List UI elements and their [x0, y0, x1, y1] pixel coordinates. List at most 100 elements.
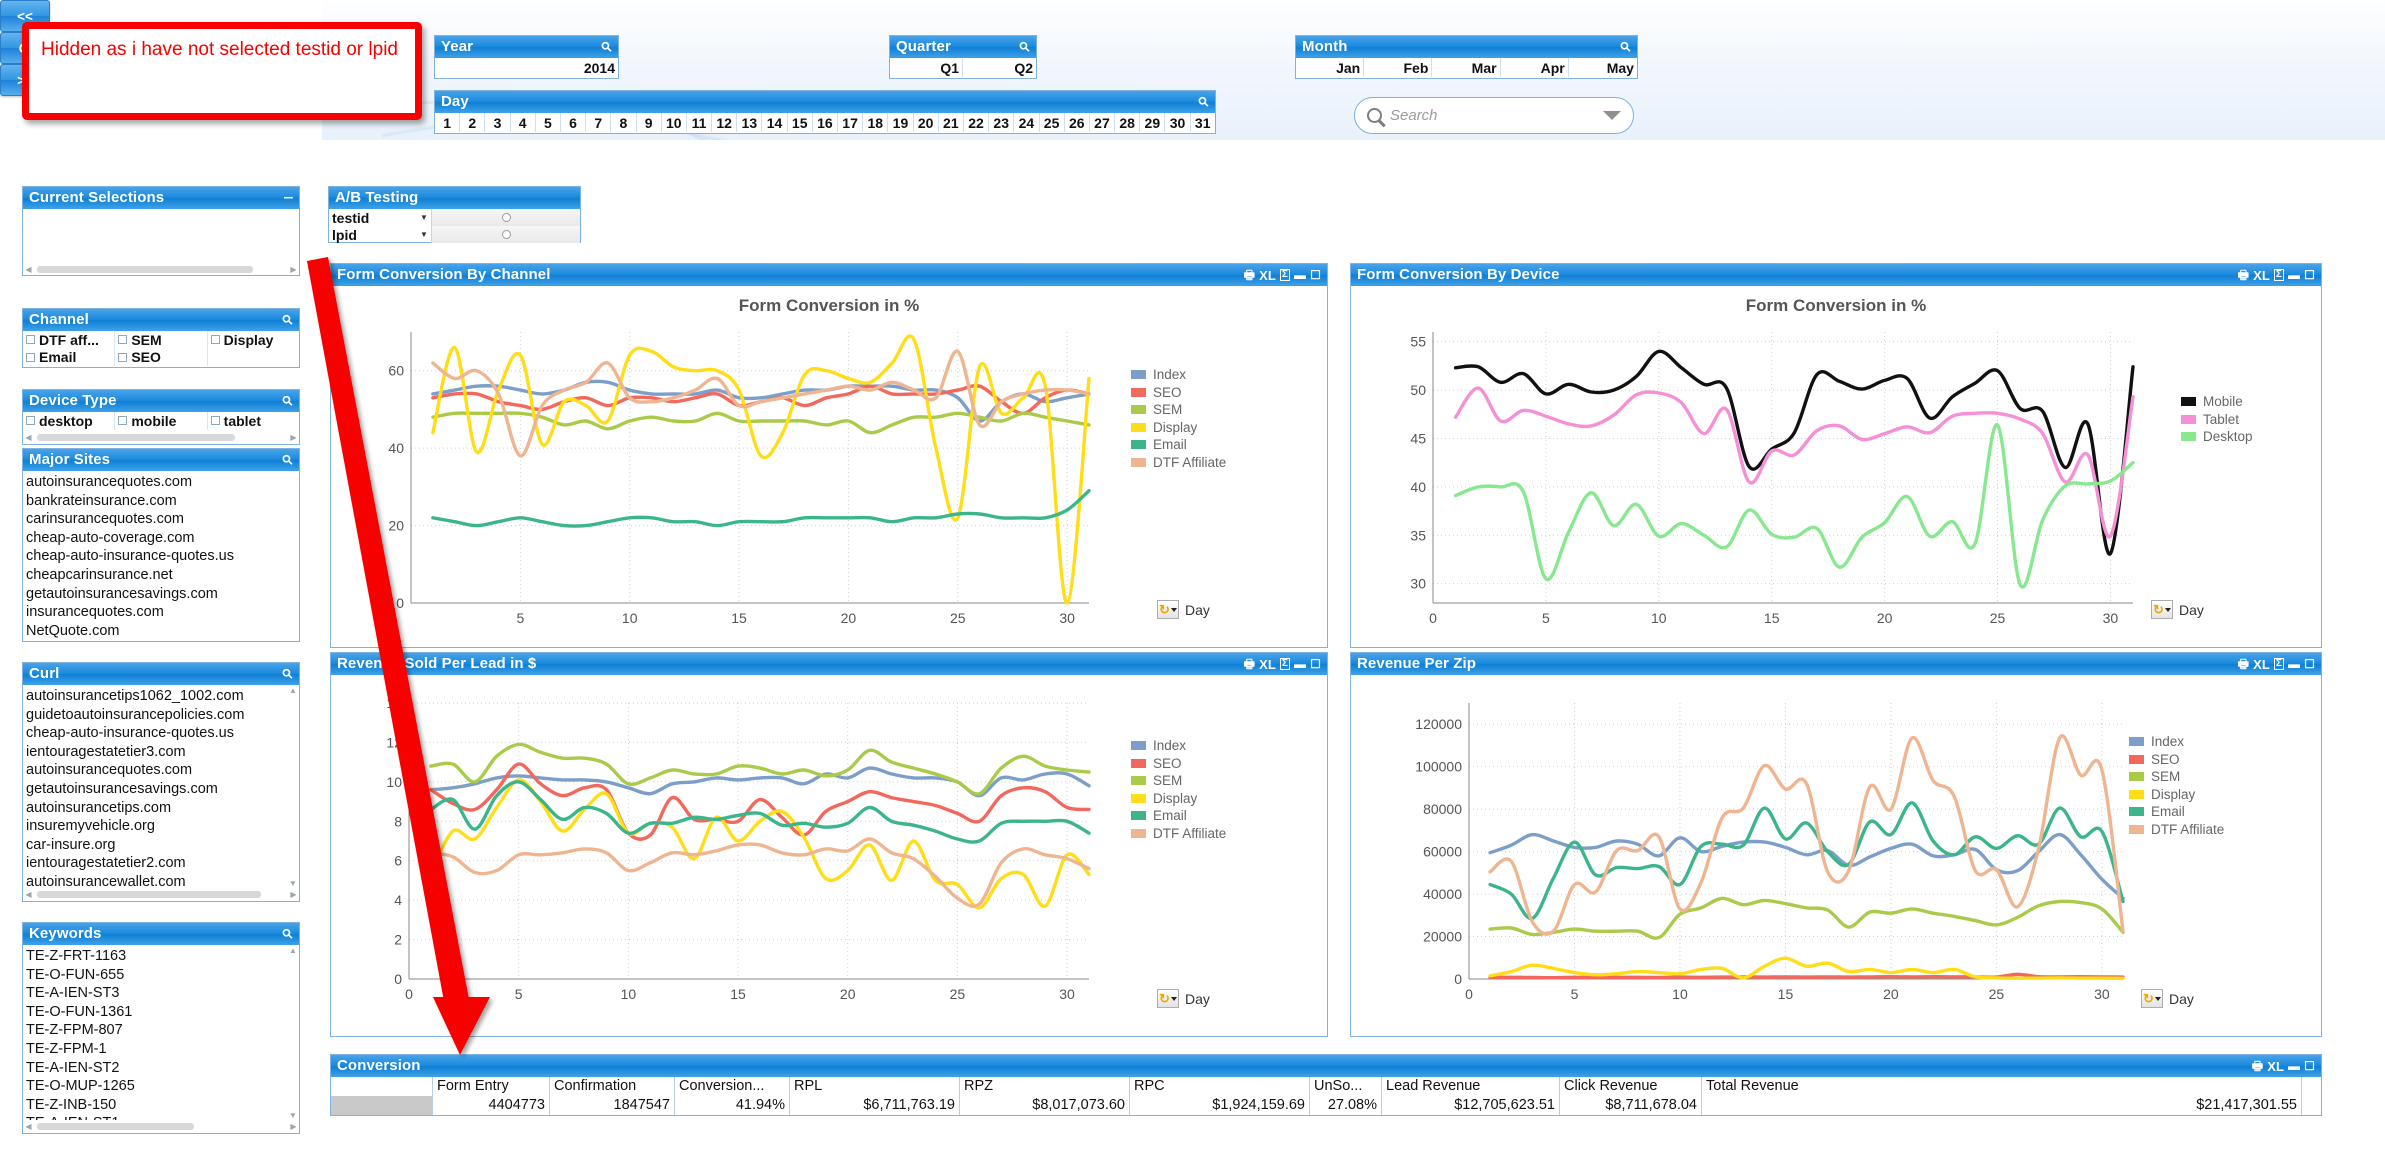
column-header[interactable]: UnSo... — [1310, 1077, 1382, 1096]
filter-value-day[interactable]: 27 — [1090, 113, 1115, 132]
channel-checkbox-list[interactable]: DTF aff...SEMDisplayEmailSEO — [23, 331, 299, 366]
list-item[interactable]: guidetoautoinsurancepolicies.com — [23, 706, 287, 725]
list-item[interactable]: cheap-auto-insurance-quotes.us — [23, 547, 299, 566]
table-cell[interactable]: 41.94% — [675, 1096, 790, 1115]
caption-icon-group[interactable]: 🖶 XL Σ ▬ ☐ — [2238, 269, 2315, 282]
filter-value[interactable]: Jan — [1296, 58, 1364, 77]
curl-list[interactable]: autoinsurancetips1062_1002.comguidetoaut… — [23, 685, 287, 889]
list-item[interactable]: TE-Z-FPM-807 — [23, 1021, 287, 1040]
column-header[interactable]: RPC — [1130, 1077, 1310, 1096]
keywords-list[interactable]: TE-Z-FRT-1163TE-O-FUN-655TE-A-IEN-ST3TE-… — [23, 945, 287, 1121]
column-header[interactable]: Form Entry — [433, 1077, 550, 1096]
list-item[interactable]: autoinsurancequotes.com — [23, 473, 299, 492]
checkbox-sem[interactable]: SEM — [115, 331, 207, 349]
filter-value[interactable]: Q1 — [890, 58, 963, 77]
sum-sigma-icon[interactable]: Σ — [1280, 658, 1290, 670]
ab-testing-rows[interactable]: testid▼lpid▼ — [329, 209, 580, 243]
filter-value[interactable]: Mar — [1432, 58, 1500, 77]
filter-value-day[interactable]: 10 — [662, 113, 687, 132]
column-header[interactable]: Click Revenue — [1560, 1077, 1702, 1096]
scroll-right-arrow[interactable]: ▶ — [288, 265, 299, 274]
checkbox-dtf-aff[interactable]: DTF aff... — [23, 331, 115, 349]
table-cell[interactable]: $8,711,678.04 — [1560, 1096, 1702, 1115]
checkbox-icon[interactable] — [211, 335, 220, 344]
minimize-icon[interactable]: ▬ — [2288, 269, 2300, 281]
list-item[interactable]: autoinsurancewallet.com — [23, 873, 287, 889]
print-icon[interactable]: 🖶 — [2238, 269, 2249, 281]
checkbox-icon[interactable] — [26, 353, 35, 362]
scroll-down-arrow[interactable]: ▼ — [289, 1111, 297, 1120]
horizontal-scrollbar[interactable]: ◀ ▶ — [23, 888, 299, 900]
print-icon[interactable]: 🖶 — [1244, 658, 1255, 670]
list-item[interactable]: NetQuote.com — [23, 622, 299, 641]
caption-icon-group[interactable]: 🖶 XL Σ ▬ ☐ — [1244, 658, 1321, 671]
vertical-scrollbar[interactable]: ▲ ▼ — [287, 685, 299, 889]
curl-panel[interactable]: Curl ⚲ autoinsurancetips1062_1002.comgui… — [22, 662, 300, 902]
major-sites-list[interactable]: autoinsurancequotes.combankrateinsurance… — [23, 471, 299, 641]
minimize-icon[interactable]: ▬ — [1294, 658, 1306, 670]
filter-value-day[interactable]: 30 — [1165, 113, 1190, 132]
print-icon[interactable]: 🖶 — [1244, 269, 1255, 281]
filter-value-day[interactable]: 9 — [637, 113, 662, 132]
checkbox-tablet[interactable]: tablet — [208, 412, 299, 430]
quarter-filter-panel[interactable]: Quarter ⚲ Q1Q2 — [889, 35, 1037, 79]
table-cell[interactable]: $6,711,763.19 — [790, 1096, 960, 1115]
list-item[interactable]: getautoinsurancesavings.com — [23, 585, 299, 604]
search-input-placeholder[interactable]: Search — [1390, 107, 1595, 124]
search-box[interactable]: Search — [1354, 97, 1634, 134]
list-item[interactable]: insurancequotes.com — [23, 603, 299, 622]
list-item[interactable]: autoinsurancequotes.com — [23, 761, 287, 780]
list-item[interactable]: TE-Z-FPM-1 — [23, 1040, 287, 1059]
table-cell[interactable] — [331, 1096, 433, 1115]
chevron-down-icon[interactable] — [1603, 111, 1621, 120]
quarter-filter-values[interactable]: Q1Q2 — [890, 58, 1036, 77]
filter-value[interactable]: 2014 — [435, 58, 618, 77]
list-item[interactable]: autoinsurancetips1062_1002.com — [23, 687, 287, 706]
month-filter-panel[interactable]: Month ⚲ JanFebMarAprMay — [1295, 35, 1638, 79]
caption-icon-group[interactable]: 🖶 XL Σ ▬ ☐ — [1244, 269, 1321, 282]
list-item[interactable]: ientouragestatetier2.com — [23, 854, 287, 873]
caption-icon-group[interactable]: 🖶 XL Σ ▬ ☐ — [2238, 658, 2315, 671]
scroll-track[interactable] — [34, 266, 288, 273]
export-excel-icon[interactable]: XL — [2267, 1060, 2284, 1073]
day-filter-panel[interactable]: Day ⚲ 1234567891011121314151617181920212… — [434, 90, 1216, 134]
scroll-left-arrow[interactable]: ◀ — [23, 433, 34, 442]
minimize-icon[interactable]: ▬ — [1294, 269, 1306, 281]
list-item[interactable]: getautoinsurancesavings.com — [23, 780, 287, 799]
scroll-track[interactable] — [34, 434, 288, 441]
caption-icon-group[interactable]: 🖶 XL ▬ ☐ — [2252, 1060, 2315, 1073]
channel-filter-panel[interactable]: Channel ⚲ DTF aff...SEMDisplayEmailSEO — [22, 308, 300, 368]
filter-value-day[interactable]: 25 — [1040, 113, 1065, 132]
filter-value-day[interactable]: 22 — [964, 113, 989, 132]
list-item[interactable]: TE-O-MUP-1265 — [23, 1077, 287, 1096]
column-header[interactable]: RPL — [790, 1077, 960, 1096]
filter-value-day[interactable]: 5 — [536, 113, 561, 132]
scroll-up-arrow[interactable]: ▲ — [289, 686, 297, 695]
column-header[interactable]: RPZ — [960, 1077, 1130, 1096]
scroll-up-arrow[interactable]: ▲ — [289, 946, 297, 955]
dimension-cycle-button[interactable]: ↻ Day — [2151, 600, 2204, 619]
maximize-icon[interactable]: ☐ — [1310, 658, 1321, 670]
print-icon[interactable]: 🖶 — [2252, 1060, 2263, 1072]
list-item[interactable]: TE-Z-INB-150 — [23, 1096, 287, 1115]
filter-value-day[interactable]: 13 — [737, 113, 762, 132]
table-cell[interactable]: $8,017,073.60 — [960, 1096, 1130, 1115]
dimension-cycle-button[interactable]: ↻ Day — [1157, 600, 1210, 619]
filter-value-day[interactable]: 12 — [712, 113, 737, 132]
filter-value-day[interactable]: 8 — [611, 113, 636, 132]
filter-value-day[interactable]: 20 — [914, 113, 939, 132]
list-item[interactable]: cheap-auto-insurance-quotes.us — [23, 724, 287, 743]
year-filter-values[interactable]: 2014 — [435, 58, 618, 77]
conversion-table-body[interactable]: 4404773184754741.94%$6,711,763.19$8,017,… — [331, 1096, 2321, 1115]
export-excel-icon[interactable]: XL — [1259, 658, 1276, 671]
filter-value-day[interactable]: 16 — [813, 113, 838, 132]
filter-value-day[interactable]: 1 — [435, 113, 460, 132]
scroll-right-arrow[interactable]: ▶ — [288, 890, 299, 899]
sum-sigma-icon[interactable]: Σ — [2274, 269, 2284, 281]
cycle-icon[interactable]: ↻ — [1157, 989, 1179, 1008]
list-item[interactable]: car-insure.org — [23, 836, 287, 855]
print-icon[interactable]: 🖶 — [2238, 658, 2249, 670]
ab-testing-row[interactable]: lpid▼ — [329, 226, 580, 243]
radio-button[interactable] — [502, 230, 511, 239]
checkbox-seo[interactable]: SEO — [115, 349, 207, 367]
